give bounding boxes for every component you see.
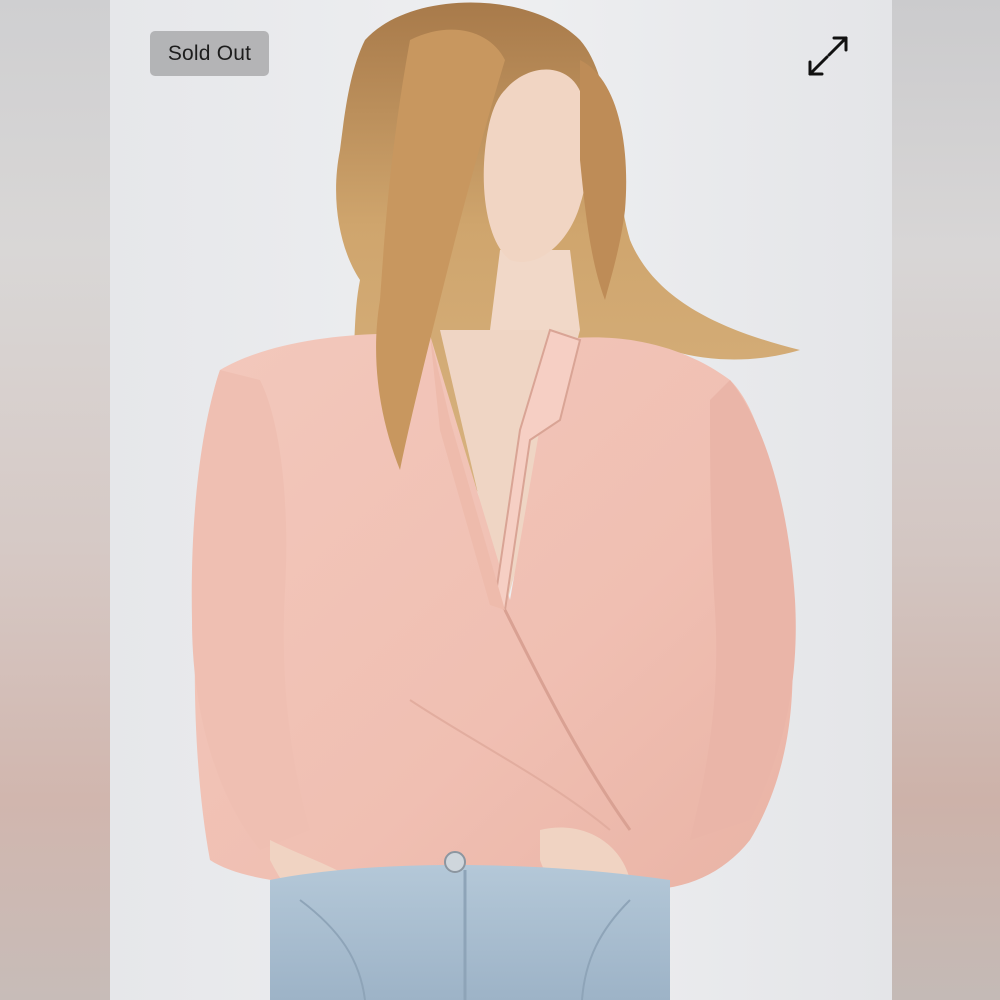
sold-out-badge: Sold Out [150, 31, 269, 76]
left-blur-gutter [0, 0, 110, 1000]
product-image-viewer: Sold Out [0, 0, 1000, 1000]
product-photo[interactable] [110, 0, 892, 1000]
model-illustration [110, 0, 892, 1000]
expand-arrows-icon[interactable] [802, 30, 854, 82]
right-blur-gutter [892, 0, 1000, 1000]
